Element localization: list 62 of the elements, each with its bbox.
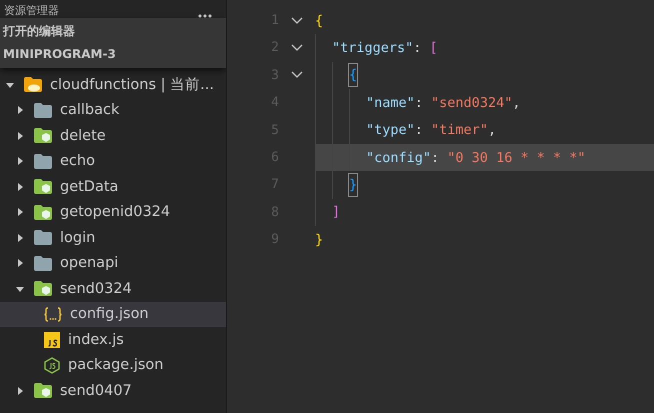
- tree-item[interactable]: cloudfunctions | 当前...: [0, 72, 226, 98]
- section-header[interactable]: MINIPROGRAM-3: [0, 43, 116, 66]
- chevron-right-icon[interactable]: [16, 182, 24, 191]
- folder-with-hexagon-icon: [34, 383, 52, 398]
- code-token: "type": [366, 121, 415, 140]
- braces-icon: [44, 306, 62, 322]
- fold-chevron-icon[interactable]: [291, 16, 303, 25]
- chevron-down-icon[interactable]: [6, 80, 14, 89]
- tree-item[interactable]: openapi: [0, 250, 226, 276]
- code-token: {: [315, 12, 324, 31]
- code-token: }: [349, 174, 358, 196]
- tree-item[interactable]: index.js: [0, 327, 226, 352]
- hexagon-file-icon: [44, 356, 60, 374]
- folder-icon: [34, 154, 52, 169]
- code-token: :: [414, 121, 424, 140]
- code-token: :: [431, 148, 440, 168]
- tree-item[interactable]: package.json: [0, 352, 226, 378]
- tree-item[interactable]: echo: [0, 148, 226, 174]
- chevron-right-icon[interactable]: [16, 208, 24, 216]
- tree-item[interactable]: config.json: [0, 302, 226, 327]
- code-token: :: [414, 94, 424, 113]
- folder-with-hexagon-icon: [34, 128, 52, 144]
- code-token: [: [430, 39, 438, 58]
- chevron-right-icon[interactable]: [16, 386, 24, 395]
- code-token: }: [315, 230, 324, 250]
- js-file-icon: [44, 332, 60, 348]
- fold-chevron-icon[interactable]: [291, 71, 303, 80]
- folder-with-hexagon-icon: [34, 179, 52, 194]
- chevron-right-icon[interactable]: [16, 234, 24, 242]
- code-token: "send0324": [431, 94, 512, 113]
- tree-item[interactable]: delete: [0, 123, 226, 148]
- code-token: "config": [366, 148, 432, 168]
- tree-item[interactable]: send0324: [0, 276, 226, 302]
- section-header[interactable]: 打开的编辑器: [0, 20, 75, 43]
- more-icon[interactable]: [198, 14, 212, 18]
- chevron-down-icon[interactable]: [16, 284, 24, 293]
- tree-item[interactable]: login: [0, 225, 226, 250]
- chevron-right-icon[interactable]: [16, 106, 24, 114]
- folder-with-hexagon-icon: [34, 281, 52, 296]
- code-token: :: [413, 39, 422, 58]
- chevron-right-icon[interactable]: [16, 132, 24, 140]
- code-token: "0 30 16 * * * *": [447, 148, 586, 168]
- tree-item[interactable]: callback: [0, 98, 226, 123]
- tree-item[interactable]: getData: [0, 174, 226, 200]
- code-token: "timer": [431, 121, 488, 140]
- folder-icon: [34, 102, 52, 118]
- code-token: "triggers": [332, 39, 414, 58]
- code-token: ]: [332, 203, 340, 222]
- fold-chevron-icon[interactable]: [291, 44, 303, 52]
- folder-with-hexagon-icon: [34, 204, 52, 220]
- chevron-right-icon[interactable]: [16, 259, 24, 268]
- code-token: {: [349, 64, 358, 86]
- cloud-folder-icon: [24, 77, 42, 92]
- tree-item[interactable]: getopenid0324: [0, 200, 226, 225]
- code-token: "name": [366, 94, 415, 113]
- code-token: ,: [488, 121, 496, 140]
- folder-icon: [34, 256, 52, 271]
- chevron-right-icon[interactable]: [16, 157, 24, 166]
- code-token: ,: [512, 94, 520, 113]
- sidebar-title: 资源管理器: [4, 4, 59, 18]
- folder-icon: [34, 230, 52, 246]
- tree-item[interactable]: send0407: [0, 378, 226, 404]
